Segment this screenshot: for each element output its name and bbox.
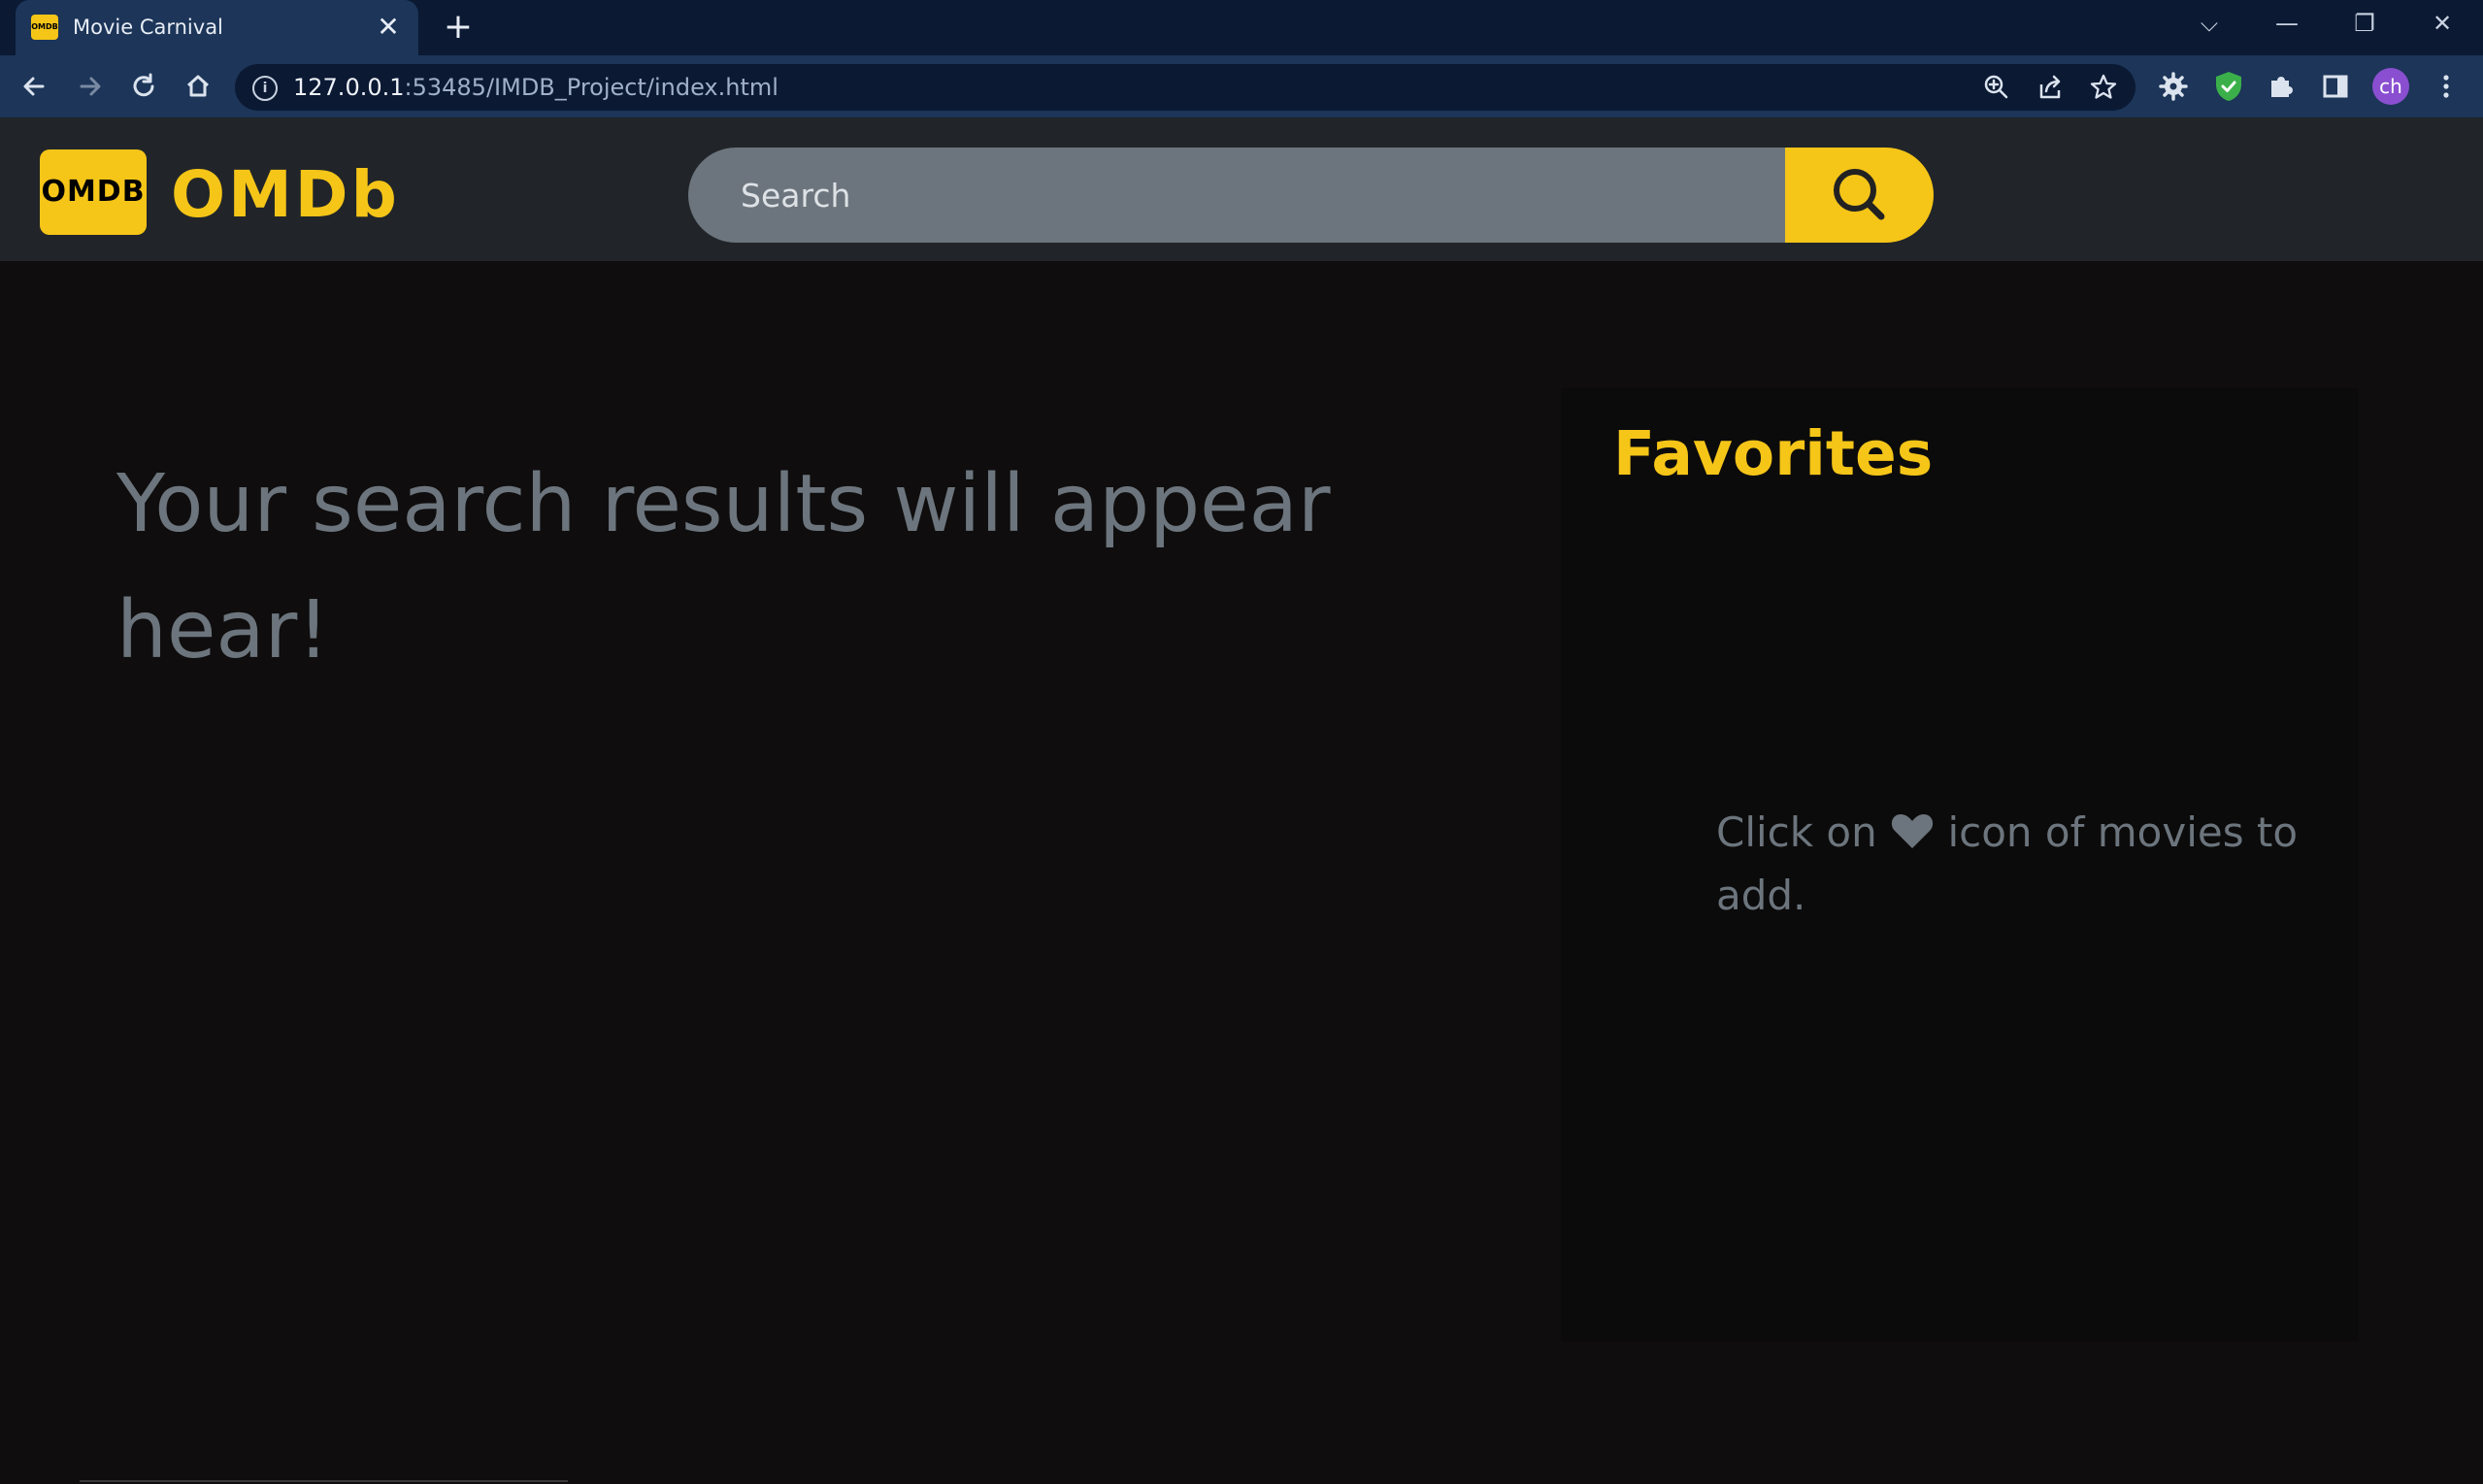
- tab-search-dropdown-icon[interactable]: ⌵: [2178, 4, 2240, 43]
- favorites-panel: Favorites Click on icon of movies to add…: [1561, 388, 2359, 1341]
- site-header: OMDB OMDb: [0, 117, 2483, 261]
- search-input[interactable]: [688, 148, 1785, 243]
- url-host: 127.0.0.1: [293, 74, 405, 101]
- omdb-logo[interactable]: OMDB: [40, 149, 147, 235]
- tab-favicon: OMDB: [31, 15, 58, 40]
- search-results-placeholder: Your search results will appear hear!: [116, 458, 1331, 676]
- bottom-divider: [80, 1480, 568, 1482]
- bookmark-star-icon[interactable]: [2087, 71, 2120, 104]
- settings-extension-icon[interactable]: [2152, 65, 2195, 108]
- site-info-icon[interactable]: i: [252, 76, 278, 101]
- forward-icon[interactable]: [68, 65, 111, 108]
- url-text[interactable]: 127.0.0.1:53485/IMDB_Project/index.html: [293, 72, 778, 103]
- favorites-hint-before: Click on: [1716, 808, 1877, 856]
- brand-title[interactable]: OMDb: [171, 156, 400, 234]
- tab-title: Movie Carnival: [73, 16, 223, 39]
- reload-icon[interactable]: [122, 65, 165, 108]
- browser-tab[interactable]: OMDB Movie Carnival ✕: [16, 0, 418, 55]
- favorites-hint: Click on icon of movies to add.: [1716, 801, 2299, 927]
- shield-extension-icon[interactable]: [2215, 71, 2242, 102]
- zoom-icon[interactable]: [1980, 71, 2013, 104]
- profile-avatar[interactable]: ch: [2372, 68, 2409, 105]
- home-icon[interactable]: [177, 65, 219, 108]
- close-window-button[interactable]: ✕: [2411, 4, 2473, 43]
- search-icon: [1834, 169, 1885, 220]
- new-tab-button[interactable]: +: [439, 8, 478, 47]
- address-bar[interactable]: i 127.0.0.1:53485/IMDB_Project/index.htm…: [235, 64, 2135, 111]
- back-icon[interactable]: [14, 65, 56, 108]
- heart-icon: [1891, 814, 1934, 848]
- browser-tabstrip: OMDB Movie Carnival ✕ + ⌵ — ❐ ✕: [0, 0, 2483, 55]
- share-icon[interactable]: [2034, 71, 2067, 104]
- menu-icon[interactable]: [2425, 65, 2467, 108]
- browser-toolbar: i 127.0.0.1:53485/IMDB_Project/index.htm…: [0, 55, 2483, 117]
- puzzle-extensions-icon[interactable]: [2260, 65, 2302, 108]
- minimize-button[interactable]: —: [2256, 4, 2318, 43]
- side-panel-icon[interactable]: [2314, 65, 2357, 108]
- url-path: :53485/IMDB_Project/index.html: [404, 74, 778, 101]
- search-button[interactable]: [1785, 148, 1934, 243]
- favorites-title: Favorites: [1613, 418, 1934, 489]
- tab-close-icon[interactable]: ✕: [372, 10, 405, 45]
- restore-button[interactable]: ❐: [2334, 4, 2396, 43]
